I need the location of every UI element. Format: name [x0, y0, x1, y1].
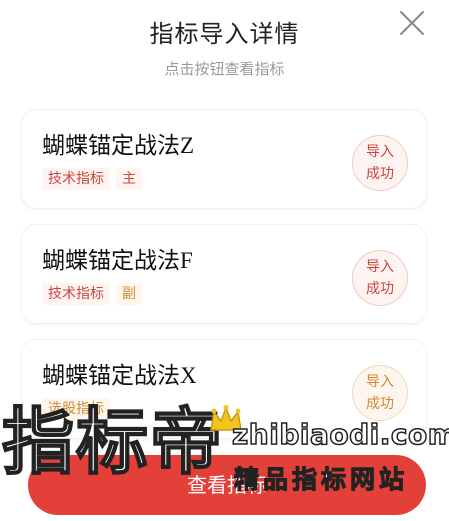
- indicator-name: 蝴蝶锚定战法Z: [42, 133, 195, 158]
- status-line-2: 成功: [366, 281, 394, 297]
- status-line-1: 导入: [366, 259, 394, 275]
- status-line-2: 成功: [366, 166, 394, 182]
- watermark-slogan: 精品指标网站: [233, 465, 409, 495]
- role-tag: 主: [116, 168, 142, 190]
- watermark-url: zhibiaodi.com: [231, 417, 449, 452]
- import-details-sheet: 指标导入详情 点击按钮查看指标 蝴蝶锚定战法Z 技术指标 主 导入 成功 蝴蝶锚定…: [0, 0, 449, 521]
- watermark-brand: 指标帝: [1, 400, 225, 484]
- sheet-subtitle: 点击按钮查看指标: [164, 60, 285, 78]
- status-line-2: 成功: [366, 396, 394, 412]
- status-line-1: 导入: [366, 144, 394, 160]
- status-line-1: 导入: [366, 374, 394, 390]
- close-icon: [400, 11, 424, 35]
- indicator-card[interactable]: 蝴蝶锚定战法F 技术指标 副 导入成功: [22, 225, 426, 323]
- import-status-badge: 导入 成功: [352, 135, 408, 191]
- indicator-card[interactable]: 蝴蝶锚定战法Z 技术指标 主 导入成功: [22, 110, 426, 208]
- close-button[interactable]: [397, 8, 427, 38]
- indicator-name: 蝴蝶锚定战法F: [42, 248, 193, 273]
- import-status-badge: 导入 成功: [352, 365, 408, 421]
- type-tag: 技术指标: [42, 168, 110, 190]
- indicator-tags: 技术指标 副: [42, 283, 142, 305]
- indicator-tags: 技术指标 主: [42, 168, 142, 190]
- sheet-title: 指标导入详情: [149, 20, 300, 48]
- indicator-name: 蝴蝶锚定战法X: [42, 363, 197, 388]
- import-status-badge: 导入 成功: [352, 250, 408, 306]
- type-tag: 技术指标: [42, 283, 110, 305]
- role-tag: 副: [116, 283, 142, 305]
